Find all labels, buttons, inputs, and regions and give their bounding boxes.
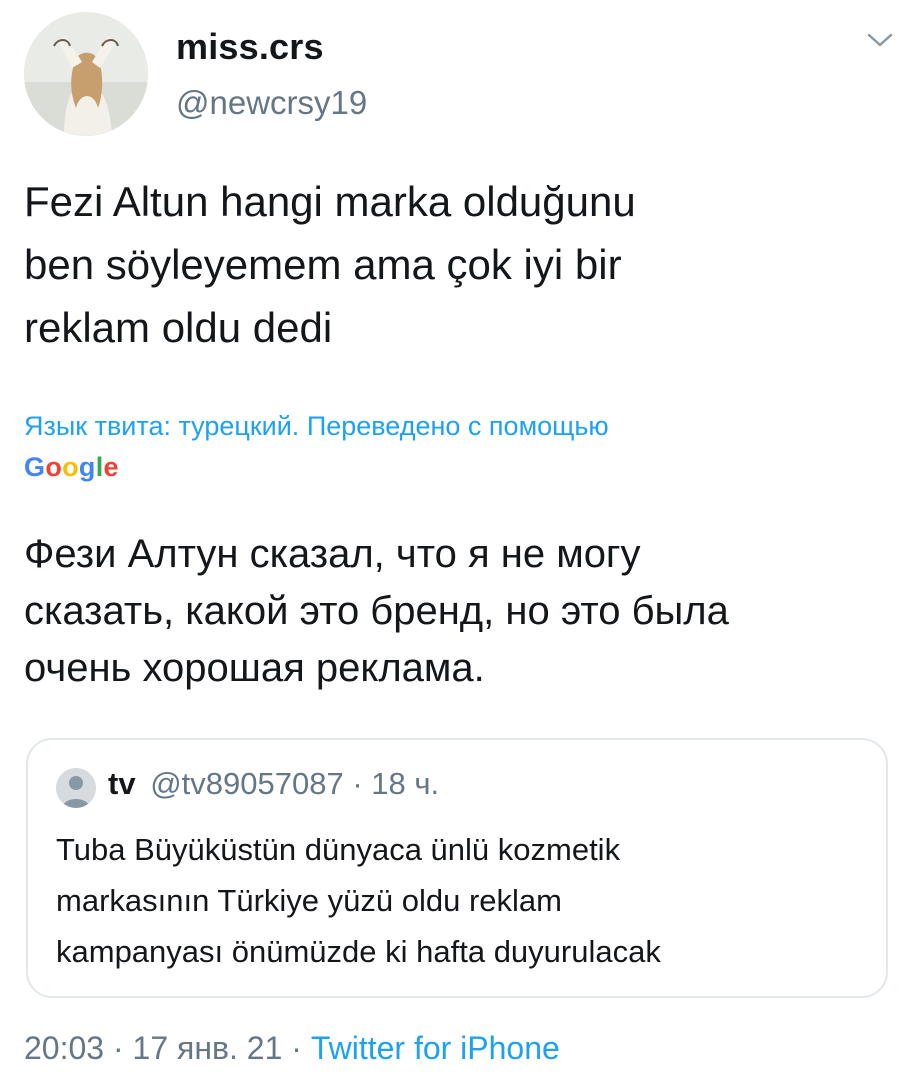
- quoted-time: 18 ч.: [371, 766, 440, 801]
- tweet-text: Fezi Altun hangi marka olduğunu ben söyl…: [24, 178, 636, 351]
- quoted-tweet[interactable]: tv @tv89057087 · 18 ч. Tuba Büyüküstün d…: [26, 738, 888, 998]
- translated-text: Фези Алтун сказал, что я не могу сказать…: [24, 532, 729, 690]
- translation-note: Язык твита: турецкий. Переведено с помощ…: [24, 411, 609, 441]
- tweet-date: 17 янв. 21: [132, 1030, 283, 1066]
- tweet-time: 20:03: [24, 1030, 105, 1066]
- quoted-separator: ·: [352, 766, 363, 801]
- meta-separator: ·: [104, 1030, 133, 1066]
- google-logo: Google: [24, 452, 119, 482]
- quoted-author-name[interactable]: tv: [108, 766, 136, 801]
- quoted-tweet-text: Tuba Büyüküstün dünyaca ünlü kozmetik ma…: [56, 832, 661, 969]
- user-handle[interactable]: @newcrsy19: [176, 84, 367, 122]
- profile-photo-icon: [24, 12, 148, 136]
- display-name[interactable]: miss.crs: [176, 26, 324, 68]
- quoted-author-handle[interactable]: @tv89057087: [150, 766, 344, 801]
- quoted-avatar-icon: [56, 768, 96, 808]
- quoted-tweet-header: tv @tv89057087 · 18 ч.: [108, 762, 439, 806]
- chevron-down-icon[interactable]: [866, 30, 894, 50]
- tweet-source-link[interactable]: Twitter for iPhone: [311, 1030, 560, 1066]
- avatar[interactable]: [24, 12, 148, 136]
- tweet-meta: 20:03 · 17 янв. 21 · Twitter for iPhone: [24, 1026, 560, 1070]
- meta-separator-2: ·: [282, 1030, 311, 1066]
